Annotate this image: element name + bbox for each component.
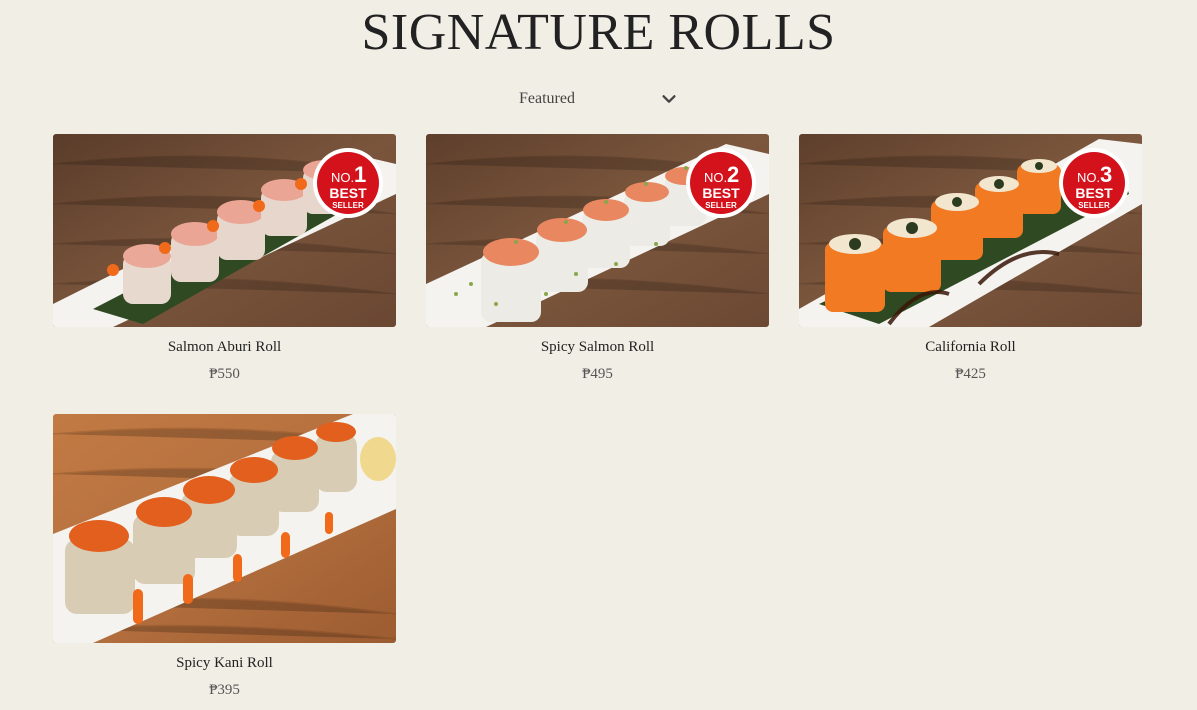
product-image[interactable]: NO. 1 BEST SELLER: [53, 134, 396, 327]
product-image[interactable]: NO. 2 BEST SELLER: [426, 134, 769, 327]
chevron-down-icon: [662, 95, 676, 103]
product-name[interactable]: California Roll: [799, 339, 1142, 356]
badge-no: NO.: [704, 170, 727, 185]
product-price: ₱495: [582, 366, 613, 382]
product-card-california[interactable]: NO. 3 BEST SELLER California Roll ₱425: [799, 134, 1142, 383]
product-card-salmon-aburi[interactable]: NO. 1 BEST SELLER Salmon Aburi Roll ₱550: [53, 134, 396, 383]
badge-best: BEST: [329, 185, 367, 201]
product-image[interactable]: [53, 414, 396, 643]
best-seller-badge: NO. 1 BEST SELLER: [313, 148, 383, 218]
badge-best: BEST: [1075, 185, 1113, 201]
sort-dropdown[interactable]: Featured: [508, 84, 680, 114]
badge-rank: 3: [1100, 162, 1112, 187]
page-title: SIGNATURE ROLLS: [361, 4, 836, 61]
badge-seller: SELLER: [705, 201, 737, 210]
product-name[interactable]: Salmon Aburi Roll: [53, 339, 396, 356]
product-card-spicy-salmon[interactable]: NO. 2 BEST SELLER Spicy Salmon Roll ₱495: [426, 134, 769, 383]
sort-selected-value: Featured: [519, 90, 575, 107]
product-price: ₱550: [209, 366, 240, 382]
product-card-spicy-kani[interactable]: Spicy Kani Roll ₱395: [53, 414, 396, 699]
badge-seller: SELLER: [332, 201, 364, 210]
best-seller-badge: NO. 3 BEST SELLER: [1059, 148, 1129, 218]
product-price: ₱425: [955, 366, 986, 382]
product-name[interactable]: Spicy Kani Roll: [53, 655, 396, 672]
product-image[interactable]: NO. 3 BEST SELLER: [799, 134, 1142, 327]
product-price: ₱395: [209, 682, 240, 698]
badge-best: BEST: [702, 185, 740, 201]
product-name[interactable]: Spicy Salmon Roll: [426, 339, 769, 356]
best-seller-badge: NO. 2 BEST SELLER: [686, 148, 756, 218]
badge-rank: 1: [354, 162, 366, 187]
badge-rank: 2: [727, 162, 739, 187]
badge-seller: SELLER: [1078, 201, 1110, 210]
badge-no: NO.: [331, 170, 354, 185]
badge-no: NO.: [1077, 170, 1100, 185]
